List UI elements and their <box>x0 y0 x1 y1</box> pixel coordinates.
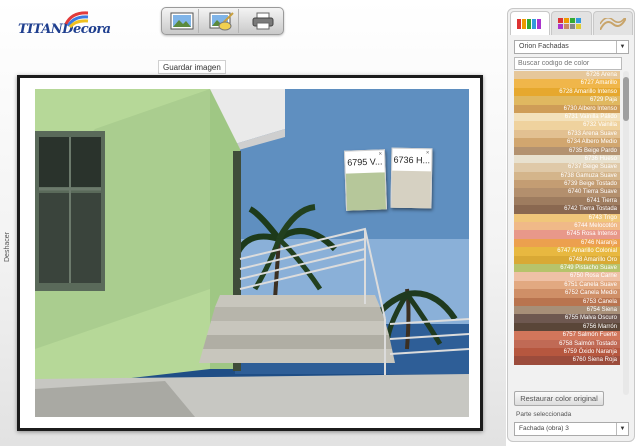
printer-icon <box>252 12 274 30</box>
color-list-item[interactable]: 6753 Canela <box>514 297 620 306</box>
chevron-down-icon: ▼ <box>616 423 628 435</box>
scroll-thumb[interactable] <box>623 77 629 121</box>
color-list-item[interactable]: 6731 Vainilla Pálido <box>514 112 620 122</box>
undo-label[interactable]: Deshacer <box>4 232 11 262</box>
swatch-color <box>345 172 387 211</box>
color-list-item[interactable]: 6743 Trigo <box>514 213 620 223</box>
logo-paint-icon <box>64 11 89 28</box>
color-list-item[interactable]: 6732 Vainilla <box>514 121 620 130</box>
applied-color-swatch[interactable]: 6736 H... × <box>390 147 433 209</box>
chevron-down-icon: ▼ <box>616 41 628 53</box>
color-list-item[interactable]: 6760 Siena Roja <box>514 356 620 365</box>
selected-part-select[interactable]: Fachada (obra) 3 ▼ <box>514 422 629 436</box>
color-list-item[interactable]: 6749 Pistacho Suave <box>514 263 620 273</box>
selected-part-label: Parte seleccionada <box>516 411 572 418</box>
print-button[interactable] <box>246 9 280 33</box>
color-list-item[interactable]: 6736 Hueso <box>514 154 620 164</box>
collection-select[interactable]: Orion Fachadas ▼ <box>514 40 629 54</box>
color-list-item[interactable]: 6750 Rosa Carne <box>514 272 620 281</box>
selected-part-value: Fachada (obra) 3 <box>519 425 569 432</box>
color-list-item[interactable]: 6739 Beige Tostado <box>514 180 620 189</box>
main-toolbar <box>161 7 284 35</box>
color-list: 6726 Arena 6727 Amarillo 6728 Amarillo Int… <box>514 71 620 395</box>
color-list-item[interactable]: 6757 Salmón Fuerte <box>514 331 620 340</box>
color-list-item[interactable]: 6728 Amarillo Intenso <box>514 87 620 97</box>
color-list-item[interactable]: 6726 Arena <box>514 71 620 80</box>
swatch-color <box>391 170 432 209</box>
paint-picture-icon <box>209 12 234 31</box>
save-image-tooltip: Guardar imagen <box>158 60 226 74</box>
stairs <box>199 295 395 363</box>
color-list-item[interactable]: 6756 Marrón <box>514 322 620 332</box>
applied-color-swatch[interactable]: 6795 V... × <box>343 149 388 211</box>
color-list-item[interactable]: 6730 Albero Intenso <box>514 104 620 113</box>
panel-tabs <box>510 11 634 35</box>
window <box>35 131 105 291</box>
tab-color-stripes[interactable] <box>510 11 551 35</box>
house-photo[interactable] <box>35 89 469 417</box>
pattern-icon <box>599 17 626 30</box>
color-list-item[interactable]: 6748 Amarillo Oro <box>514 255 620 264</box>
color-list-item[interactable]: 6733 Arena Suave <box>514 129 620 139</box>
color-list-item[interactable]: 6738 Gamuza Suave <box>514 171 620 181</box>
color-list-item[interactable]: 6742 Tierra Tostada <box>514 205 620 214</box>
color-list-item[interactable]: 6751 Canela Suave <box>514 280 620 290</box>
color-list-item[interactable]: 6755 Malva Oscuro <box>514 314 620 323</box>
color-list-item[interactable]: 6758 Salmón Tostado <box>514 339 620 348</box>
close-icon[interactable]: × <box>426 150 430 156</box>
color-list-item[interactable]: 6727 Amarillo <box>514 79 620 88</box>
design-stage: TITANDecora Guardar imagen Deshacer 6795… <box>0 0 506 446</box>
color-stripes-icon <box>517 18 542 29</box>
color-list-item[interactable]: 6747 Amarillo Colonial <box>514 247 620 256</box>
color-list-item[interactable]: 6741 Tierra <box>514 196 620 206</box>
color-list-item[interactable]: 6729 Paja <box>514 96 620 105</box>
color-panel: Orion Fachadas ▼ 6726 Arena6727 Amarillo… <box>507 8 635 442</box>
picture-icon <box>170 12 194 30</box>
titan-decora-logo: TITANDecora <box>18 10 111 38</box>
color-list-item[interactable]: 6754 Siena <box>514 305 620 315</box>
color-grid-icon <box>558 17 582 29</box>
image-frame <box>17 75 483 431</box>
collection-value: Orion Fachadas <box>519 43 569 50</box>
open-image-button[interactable] <box>165 9 200 33</box>
color-code-search-input[interactable] <box>514 57 622 70</box>
color-list-item[interactable]: 6740 Tierra Suave <box>514 188 620 197</box>
color-list-item[interactable]: 6735 Beige Pardo <box>514 146 620 155</box>
tab-pattern[interactable] <box>592 11 633 35</box>
color-list-item[interactable]: 6744 Melocotón <box>514 222 620 231</box>
color-list-item[interactable]: 6746 Naranja <box>514 238 620 248</box>
tab-color-grid[interactable] <box>551 11 592 35</box>
color-list-item[interactable]: 6734 Albero Medio <box>514 138 620 147</box>
color-list-item[interactable]: 6745 Rosa Intenso <box>514 230 620 239</box>
color-list-item[interactable]: 6752 Canela Medio <box>514 289 620 298</box>
color-list-item[interactable]: 6759 Óxido Naranja <box>514 347 620 357</box>
restore-original-color-button[interactable]: Restaurar color original <box>514 391 604 406</box>
close-icon[interactable]: × <box>378 151 382 157</box>
color-list-scrollbar[interactable] <box>623 71 629 395</box>
color-list-item[interactable]: 6737 Beige Suave <box>514 163 620 172</box>
paint-image-button[interactable] <box>205 9 240 33</box>
